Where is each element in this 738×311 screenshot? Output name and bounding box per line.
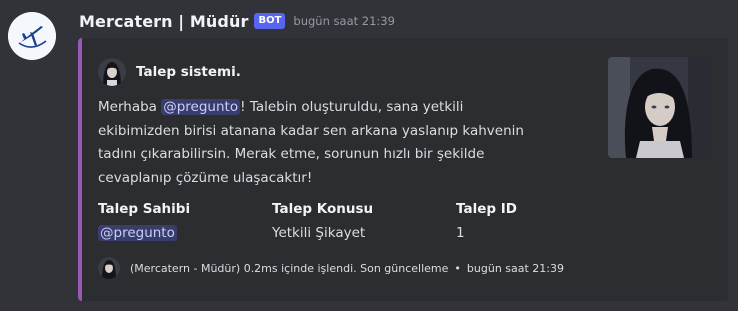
embed-thumbnail[interactable] [608, 57, 710, 158]
field-name: Talep ID [456, 201, 517, 217]
username[interactable]: Mercatern | Müdür [79, 12, 248, 31]
footer-text: (Mercatern - Müdür) 0.2ms içinde işlendi… [130, 261, 449, 275]
user-mention[interactable]: @pregunto [161, 99, 241, 115]
bot-avatar[interactable] [8, 12, 56, 60]
footer-timestamp: bugün saat 21:39 [466, 261, 565, 275]
embed-author-name: Talep sistemi. [136, 64, 241, 80]
bot-tag: BOT [254, 13, 286, 29]
chat-message: Mercatern | Müdür BOT bugün saat 21:39 T… [0, 0, 738, 311]
footer-avatar-icon [98, 257, 120, 279]
field-talep-id: Talep ID 1 [456, 199, 517, 244]
user-mention[interactable]: @pregunto [98, 225, 177, 241]
embed-description: Merhaba @pregunto! Talebin oluşturuldu, … [98, 96, 536, 190]
field-name: Talep Konusu [272, 201, 374, 217]
field-name: Talep Sahibi [98, 201, 191, 217]
field-value: Yetkili Şikayet [272, 225, 366, 241]
message-header: Mercatern | Müdür BOT bugün saat 21:39 [79, 10, 395, 32]
author-avatar-icon [98, 58, 126, 86]
embed-footer: (Mercatern - Müdür) 0.2ms içinde işlendi… [98, 257, 564, 279]
embed-card: Talep sistemi. Merhaba @pregunto! Talebi… [78, 38, 728, 301]
field-value: 1 [456, 225, 465, 241]
field-talep-sahibi: Talep Sahibi @pregunto [98, 199, 190, 244]
embed-author: Talep sistemi. [98, 58, 241, 86]
airplane-logo-icon [8, 12, 56, 60]
field-talep-konusu: Talep Konusu Yetkili Şikayet [272, 199, 373, 244]
footer-separator: • [454, 261, 461, 275]
message-timestamp[interactable]: bugün saat 21:39 [293, 14, 395, 28]
field-value: @pregunto [98, 223, 190, 244]
description-text-start: Merhaba [98, 99, 162, 115]
